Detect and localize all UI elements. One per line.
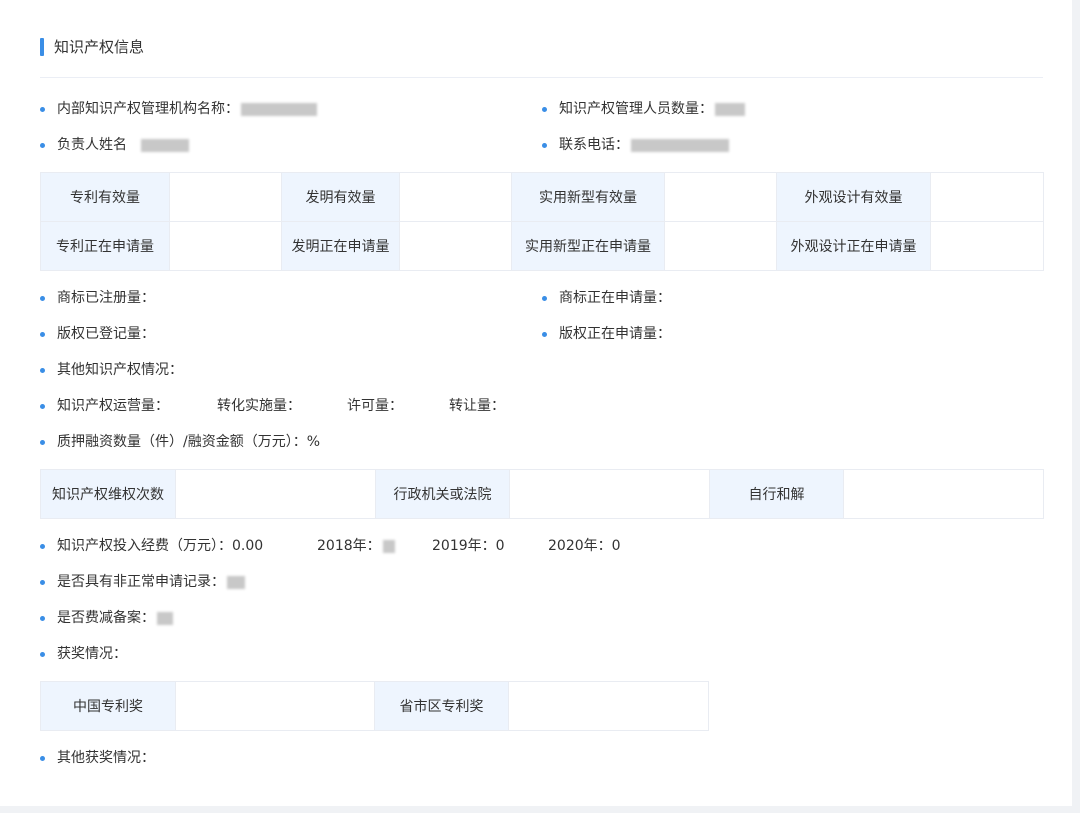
table-row: 专利有效量 发明有效量 实用新型有效量 外观设计有效量 [40,172,1044,222]
copyright-applying-label: 版权正在申请量： [559,326,671,342]
trademark-registered-item: 商标已注册量： [40,288,155,308]
phone-item: 联系电话： [542,135,729,155]
title-divider [40,77,1043,78]
pledge-label: 质押融资数量（件）/融资金额（万元）：% [57,434,321,450]
staff-count-label: 知识产权管理人员数量： [559,101,713,117]
section-title: 知识产权信息 [40,37,144,57]
phone-label: 联系电话： [559,137,629,153]
rights-count-label: 知识产权维权次数 [40,469,176,519]
patent-pending-value [169,221,282,271]
ip-info-panel: 知识产权信息 内部知识产权管理机构名称： 知识产权管理人员数量： 负责人姓名 联… [0,0,1072,806]
court-label: 行政机关或法院 [375,469,510,519]
funding-2018-label: 2018年： [317,538,381,554]
awards-label: 获奖情况： [57,646,127,662]
utility-valid-value [664,172,777,222]
abnormal-label: 是否具有非正常申请记录： [57,574,225,590]
utility-pending-value [664,221,777,271]
trademark-registered-label: 商标已注册量： [57,290,155,306]
abnormal-item: 是否具有非正常申请记录： [40,572,245,592]
utility-valid-label: 实用新型有效量 [511,172,665,222]
patent-table: 专利有效量 发明有效量 实用新型有效量 外观设计有效量 专利正在申请量 发明正在… [40,172,1044,271]
copyright-applying-item: 版权正在申请量： [542,324,671,344]
fee-reduction-label: 是否费减备案： [57,610,155,626]
funding-2019: 2019年：0 [432,538,505,554]
awards-item: 获奖情况： [40,644,127,664]
org-name-item: 内部知识产权管理机构名称： [40,99,317,119]
copyright-registered-label: 版权已登记量： [57,326,155,342]
trademark-applying-label: 商标正在申请量： [559,290,671,306]
license-label: 许可量： [347,398,403,414]
trademark-applying-item: 商标正在申请量： [542,288,671,308]
transform-label: 转化实施量： [217,398,301,414]
patent-valid-label: 专利有效量 [40,172,170,222]
other-ip-label: 其他知识产权情况： [57,362,183,378]
leader-item: 负责人姓名 [40,135,189,155]
table-row: 专利正在申请量 发明正在申请量 实用新型正在申请量 外观设计正在申请量 [40,221,1044,271]
provincial-award-label: 省市区专利奖 [374,681,509,731]
invention-valid-label: 发明有效量 [281,172,400,222]
china-patent-award-label: 中国专利奖 [40,681,176,731]
court-value [509,469,710,519]
design-valid-value [930,172,1044,222]
other-ip-item: 其他知识产权情况： [40,360,183,380]
awards-table: 中国专利奖 省市区专利奖 [40,681,709,731]
other-awards-item: 其他获奖情况： [40,748,155,768]
staff-count-item: 知识产权管理人员数量： [542,99,745,119]
rights-protection-table: 知识产权维权次数 行政机关或法院 自行和解 [40,469,1044,519]
fee-reduction-redacted [157,611,173,625]
phone-redacted [631,138,729,152]
org-name-label: 内部知识产权管理机构名称： [57,101,239,117]
transfer-label: 转让量： [449,398,505,414]
funding-item: 知识产权投入经费（万元）：0.00 [40,536,263,556]
leader-label: 负责人姓名 [57,137,127,153]
leader-redacted [141,138,189,152]
table-row: 中国专利奖 省市区专利奖 [40,681,709,731]
staff-count-redacted [715,102,745,116]
pledge-item: 质押融资数量（件）/融资金额（万元）：% [40,432,320,452]
settlement-label: 自行和解 [709,469,844,519]
design-valid-label: 外观设计有效量 [776,172,931,222]
utility-pending-label: 实用新型正在申请量 [511,221,665,271]
patent-pending-label: 专利正在申请量 [40,221,170,271]
fee-reduction-item: 是否费减备案： [40,608,173,628]
design-pending-label: 外观设计正在申请量 [776,221,931,271]
ip-operation-label: 知识产权运营量： [57,398,169,414]
settlement-value [843,469,1044,519]
china-patent-award-value [175,681,375,731]
invention-pending-label: 发明正在申请量 [281,221,400,271]
provincial-award-value [508,681,709,731]
other-awards-label: 其他获奖情况： [57,750,155,766]
funding-2018-redacted [382,539,395,553]
funding-2018: 2018年： [317,536,395,556]
copyright-registered-item: 版权已登记量： [40,324,155,344]
invention-pending-value [399,221,512,271]
org-name-redacted [241,102,317,116]
patent-valid-value [169,172,282,222]
design-pending-value [930,221,1044,271]
rights-count-value [175,469,376,519]
funding-label: 知识产权投入经费（万元）：0.00 [57,538,264,554]
funding-2020: 2020年：0 [548,538,621,554]
table-row: 知识产权维权次数 行政机关或法院 自行和解 [40,469,1044,519]
abnormal-redacted [227,575,245,589]
invention-valid-value [399,172,512,222]
ip-operation-item: 知识产权运营量： [40,396,169,416]
